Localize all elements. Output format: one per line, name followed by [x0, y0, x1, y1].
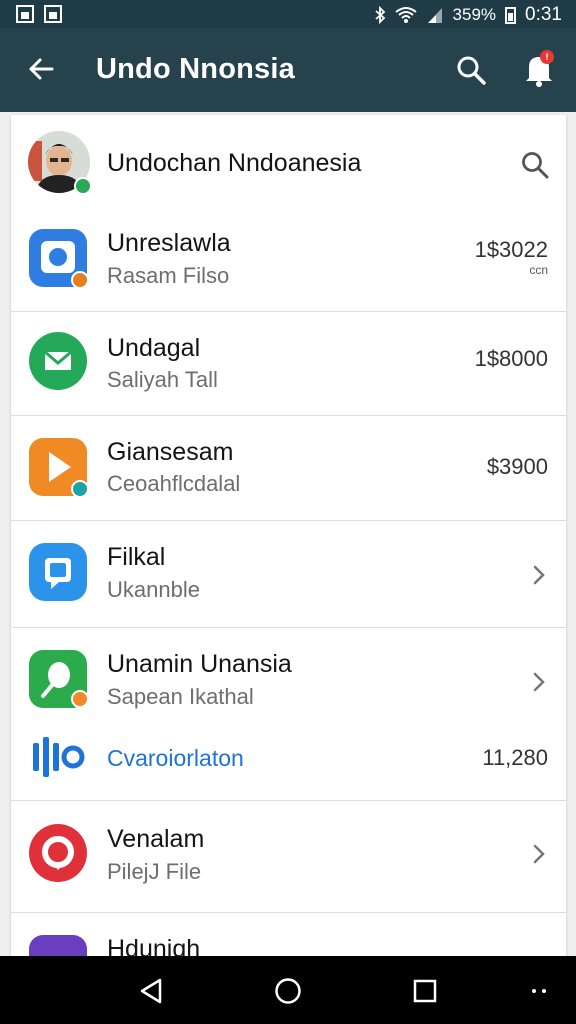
search-icon[interactable]	[520, 150, 550, 180]
image-notification-icon	[44, 5, 62, 23]
item-title: Unamin Unansia	[107, 650, 292, 678]
item-title: Venalam	[107, 825, 205, 853]
status-bar: 359% 0:31	[0, 0, 576, 28]
status-badge-icon	[71, 690, 89, 708]
item-subtitle: Saliyah Tall	[107, 367, 218, 392]
search-icon[interactable]	[455, 54, 487, 86]
item-subtitle: Ceoahflcdalal	[107, 471, 241, 496]
item-subtitle: Sapean Ikathal	[107, 684, 254, 709]
ring-icon	[29, 824, 87, 882]
navigation-bar	[0, 956, 576, 1024]
status-badge-icon	[71, 271, 89, 289]
home-circle-icon[interactable]	[273, 976, 303, 1006]
audio-bars-icon	[33, 737, 85, 777]
recent-apps-icon[interactable]	[410, 976, 440, 1006]
item-amount: $3900	[486, 454, 548, 479]
item-subtitle: Rasam Filso	[107, 263, 230, 288]
item-title: Cvaroiorlaton	[107, 745, 244, 771]
item-title: Undagal	[107, 334, 201, 362]
status-badge-icon	[71, 480, 89, 498]
chat-bubble-icon	[29, 543, 87, 601]
list-item[interactable]: Unreslawla Rasam Filso 1$3022 ccn	[11, 211, 566, 311]
back-triangle-icon[interactable]	[136, 976, 166, 1006]
list-item[interactable]: Giansesam Ceoahflcdalal $3900	[11, 416, 566, 520]
app-bar: Undo Nnonsia !	[0, 28, 576, 112]
battery-percentage: 359%	[452, 5, 497, 24]
page-title: Undo Nnonsia	[96, 53, 295, 85]
item-amount: 1$3022 ccn	[475, 237, 548, 277]
battery-icon	[505, 6, 517, 24]
item-title: Filkal	[107, 543, 166, 571]
clock: 0:31	[525, 4, 562, 25]
amount-value: 1$3022	[474, 237, 548, 262]
profile-row[interactable]: Undochan Nndoanesia	[11, 115, 566, 211]
amount-subtext: ccn	[529, 263, 548, 277]
profile-name: Undochan Nndoanesia	[107, 149, 362, 177]
list-item[interactable]: Unamin Unansia Sapean Ikathal	[11, 628, 566, 715]
item-title: Unreslawla	[107, 229, 231, 257]
notification-badge: !	[540, 50, 554, 64]
item-subtitle: Ukannble	[107, 577, 200, 602]
item-amount: 11,280	[482, 745, 548, 770]
list-item[interactable]: Venalam PilejJ File	[11, 801, 566, 912]
wifi-icon	[394, 7, 417, 23]
item-subtitle: PilejJ File	[107, 859, 202, 884]
chevron-right-icon[interactable]	[528, 564, 550, 586]
message-icon	[29, 332, 87, 390]
chevron-right-icon[interactable]	[528, 671, 550, 693]
item-amount: 1$8000	[474, 346, 548, 371]
account-list-card: Undochan Nndoanesia Unreslawla Rasam Fil…	[11, 115, 566, 960]
item-title: Giansesam	[107, 438, 234, 466]
notifications-button[interactable]: !	[522, 50, 556, 88]
list-item[interactable]: Filkal Ukannble	[11, 521, 566, 627]
signal-icon	[427, 8, 442, 23]
back-arrow-icon[interactable]	[26, 54, 56, 84]
list-item[interactable]: Cvaroiorlaton 11,280	[11, 715, 566, 799]
more-dots-icon[interactable]	[524, 976, 554, 1006]
chevron-right-icon[interactable]	[528, 843, 550, 865]
list-item[interactable]: Undagal Saliyah Tall 1$8000	[11, 312, 566, 415]
gallery-notification-icon	[16, 5, 34, 23]
verified-badge-icon	[74, 177, 92, 195]
list-item[interactable]: Hduniqh	[11, 913, 566, 960]
bluetooth-icon	[374, 6, 385, 24]
